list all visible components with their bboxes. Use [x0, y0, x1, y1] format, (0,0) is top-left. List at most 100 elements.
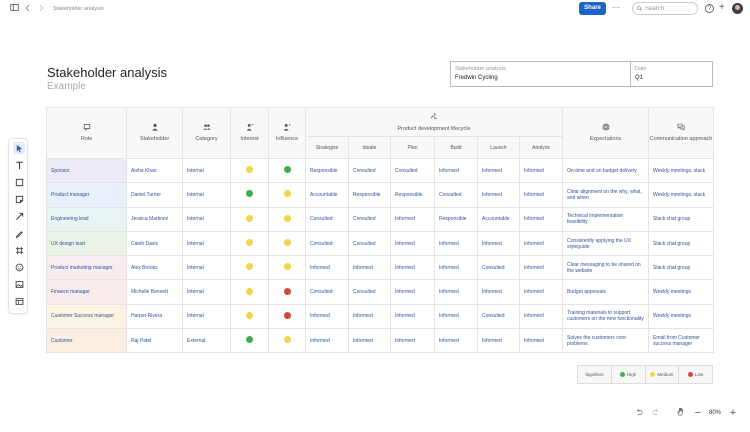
interest-cell[interactable]	[230, 328, 269, 354]
phase-cell-strategize[interactable]: Consulted	[305, 279, 349, 305]
phase-cell-launch[interactable]: Accountable	[477, 206, 520, 232]
interest-cell[interactable]	[230, 303, 269, 330]
table-row[interactable]: Sponsor Aisha Khan Internal Responsible Cons…	[46, 157, 715, 184]
phase-cell-analyze[interactable]: Informed	[518, 255, 564, 281]
expectations-cell[interactable]: Consistently applying the UX styleguide	[562, 230, 650, 257]
phase-cell-ideate[interactable]: Consulted	[348, 206, 391, 232]
phase-cell-analyze[interactable]: Informed	[518, 206, 564, 232]
table-row[interactable]: Engineering lead Jessica Martinez Internal…	[46, 206, 715, 232]
role-cell[interactable]: Customer	[46, 328, 127, 354]
phase-cell-plan[interactable]: Informed	[390, 230, 435, 257]
date-meta-cell[interactable]: Date Q1	[631, 62, 651, 86]
category-cell[interactable]: Internal	[182, 206, 231, 232]
stakeholder-cell[interactable]: Michelle Bennett	[126, 279, 183, 305]
interest-cell[interactable]	[230, 206, 269, 232]
phase-cell-ideate[interactable]: Consulted	[348, 230, 391, 257]
category-cell[interactable]: Internal	[182, 182, 231, 208]
stakeholder-cell[interactable]: Caleb Davis	[126, 230, 183, 257]
text-tool[interactable]	[13, 159, 25, 171]
phase-cell-ideate[interactable]: Informed	[348, 303, 391, 330]
category-cell[interactable]: Internal	[182, 157, 231, 184]
stakeholder-cell[interactable]: Aisha Khan	[126, 157, 183, 184]
influence-cell[interactable]	[268, 206, 306, 232]
stakeholder-cell[interactable]: Harper Rivera	[126, 303, 183, 330]
role-cell[interactable]: Customer Success manager	[46, 303, 127, 330]
communication-cell[interactable]: Slack chat group	[648, 255, 715, 281]
stakeholder-cell[interactable]: Daniel Turner	[126, 182, 183, 208]
forward-icon[interactable]	[35, 3, 47, 15]
phase-cell-build[interactable]: Informed	[434, 279, 478, 305]
phase-cell-analyze[interactable]: Informed	[518, 279, 564, 305]
avatar[interactable]	[732, 3, 743, 14]
help-icon[interactable]: ?	[705, 4, 714, 13]
phase-cell-analyze[interactable]: Informed	[518, 328, 564, 354]
table-row[interactable]: UX design lead Caleb Davis Internal Consult…	[46, 230, 715, 257]
interest-cell[interactable]	[230, 230, 269, 257]
phase-cell-analyze[interactable]: Informed	[518, 157, 564, 184]
phase-cell-build[interactable]: Informed	[434, 303, 478, 330]
phase-cell-launch[interactable]: Informed	[477, 230, 520, 257]
phase-cell-analyze[interactable]: Informed	[518, 303, 564, 330]
phase-cell-launch[interactable]: Informed	[477, 157, 520, 184]
expectations-cell[interactable]: Budget approvals	[562, 279, 650, 305]
table-row[interactable]: Finance manager Michelle Bennett Internal C…	[46, 279, 715, 305]
phase-cell-build[interactable]: Informed	[434, 230, 478, 257]
role-cell[interactable]: Sponsor	[46, 157, 127, 184]
search-input[interactable]	[645, 5, 697, 12]
communication-cell[interactable]: Weekly meetings, slack	[648, 182, 715, 208]
more-options-icon[interactable]: ···	[611, 2, 621, 15]
role-cell[interactable]: Product marketing manager	[46, 255, 127, 281]
undo-icon[interactable]	[633, 407, 645, 419]
category-cell[interactable]: Internal	[182, 303, 231, 330]
category-cell[interactable]: Internal	[182, 279, 231, 305]
influence-cell[interactable]	[268, 255, 306, 281]
influence-cell[interactable]	[268, 279, 306, 305]
stakeholder-cell[interactable]: Raj Patel	[126, 328, 183, 354]
expectations-cell[interactable]: Technical implementation feasibility	[562, 206, 650, 232]
communication-cell[interactable]: Weekly meetings	[648, 303, 715, 330]
category-cell[interactable]: Internal	[182, 255, 231, 281]
phase-cell-launch[interactable]: Informed	[477, 328, 520, 354]
phase-cell-strategize[interactable]: Consulted	[305, 230, 349, 257]
phase-cell-analyze[interactable]: Informed	[518, 182, 564, 208]
expectations-cell[interactable]: On-time and on budget delivery	[562, 157, 650, 184]
phase-cell-plan[interactable]: Informed	[390, 328, 435, 354]
phase-cell-ideate[interactable]: Consulted	[348, 279, 391, 305]
hand-icon[interactable]	[674, 407, 686, 419]
table-row[interactable]: Customer Raj Patel External Informed Informe…	[46, 328, 715, 354]
frame-tool[interactable]	[13, 244, 25, 256]
influence-cell[interactable]	[268, 303, 306, 330]
shape-tool[interactable]	[13, 176, 25, 188]
influence-cell[interactable]	[268, 157, 306, 184]
template-tool[interactable]	[13, 295, 25, 307]
phase-cell-strategize[interactable]: Informed	[305, 255, 349, 281]
phase-cell-ideate[interactable]: Informed	[348, 255, 391, 281]
expectations-cell[interactable]: Training materials to support customers …	[562, 303, 650, 330]
share-button[interactable]: Share	[579, 2, 606, 15]
phase-cell-plan[interactable]: Informed	[390, 206, 435, 232]
pen-tool[interactable]	[13, 227, 25, 239]
zoom-out-icon[interactable]: −	[692, 407, 704, 419]
interest-cell[interactable]	[230, 157, 269, 184]
phase-cell-build[interactable]: Informed	[434, 255, 478, 281]
role-cell[interactable]: UX design lead	[46, 230, 127, 257]
phase-cell-ideate[interactable]: Informed	[348, 328, 391, 354]
phase-cell-plan[interactable]: Responsible	[390, 182, 435, 208]
category-cell[interactable]: External	[182, 328, 231, 354]
interest-cell[interactable]	[230, 279, 269, 305]
category-cell[interactable]: Internal	[182, 230, 231, 257]
influence-cell[interactable]	[268, 182, 306, 208]
phase-cell-strategize[interactable]: Informed	[305, 303, 349, 330]
phase-cell-strategize[interactable]: Responsible	[305, 157, 349, 184]
back-icon[interactable]	[22, 3, 34, 15]
phase-cell-build[interactable]: Informed	[434, 328, 478, 354]
phase-cell-build[interactable]: Informed	[434, 157, 478, 184]
phase-cell-launch[interactable]: Informed	[477, 182, 520, 208]
phase-cell-build[interactable]: Consulted	[434, 182, 478, 208]
select-tool[interactable]	[13, 142, 25, 154]
communication-cell[interactable]: Slack chat group	[648, 206, 715, 232]
interest-cell[interactable]	[230, 255, 269, 281]
expectations-cell[interactable]: Solves the customers core problems	[562, 328, 650, 354]
phase-cell-launch[interactable]: Consulted	[477, 255, 520, 281]
influence-cell[interactable]	[268, 230, 306, 257]
